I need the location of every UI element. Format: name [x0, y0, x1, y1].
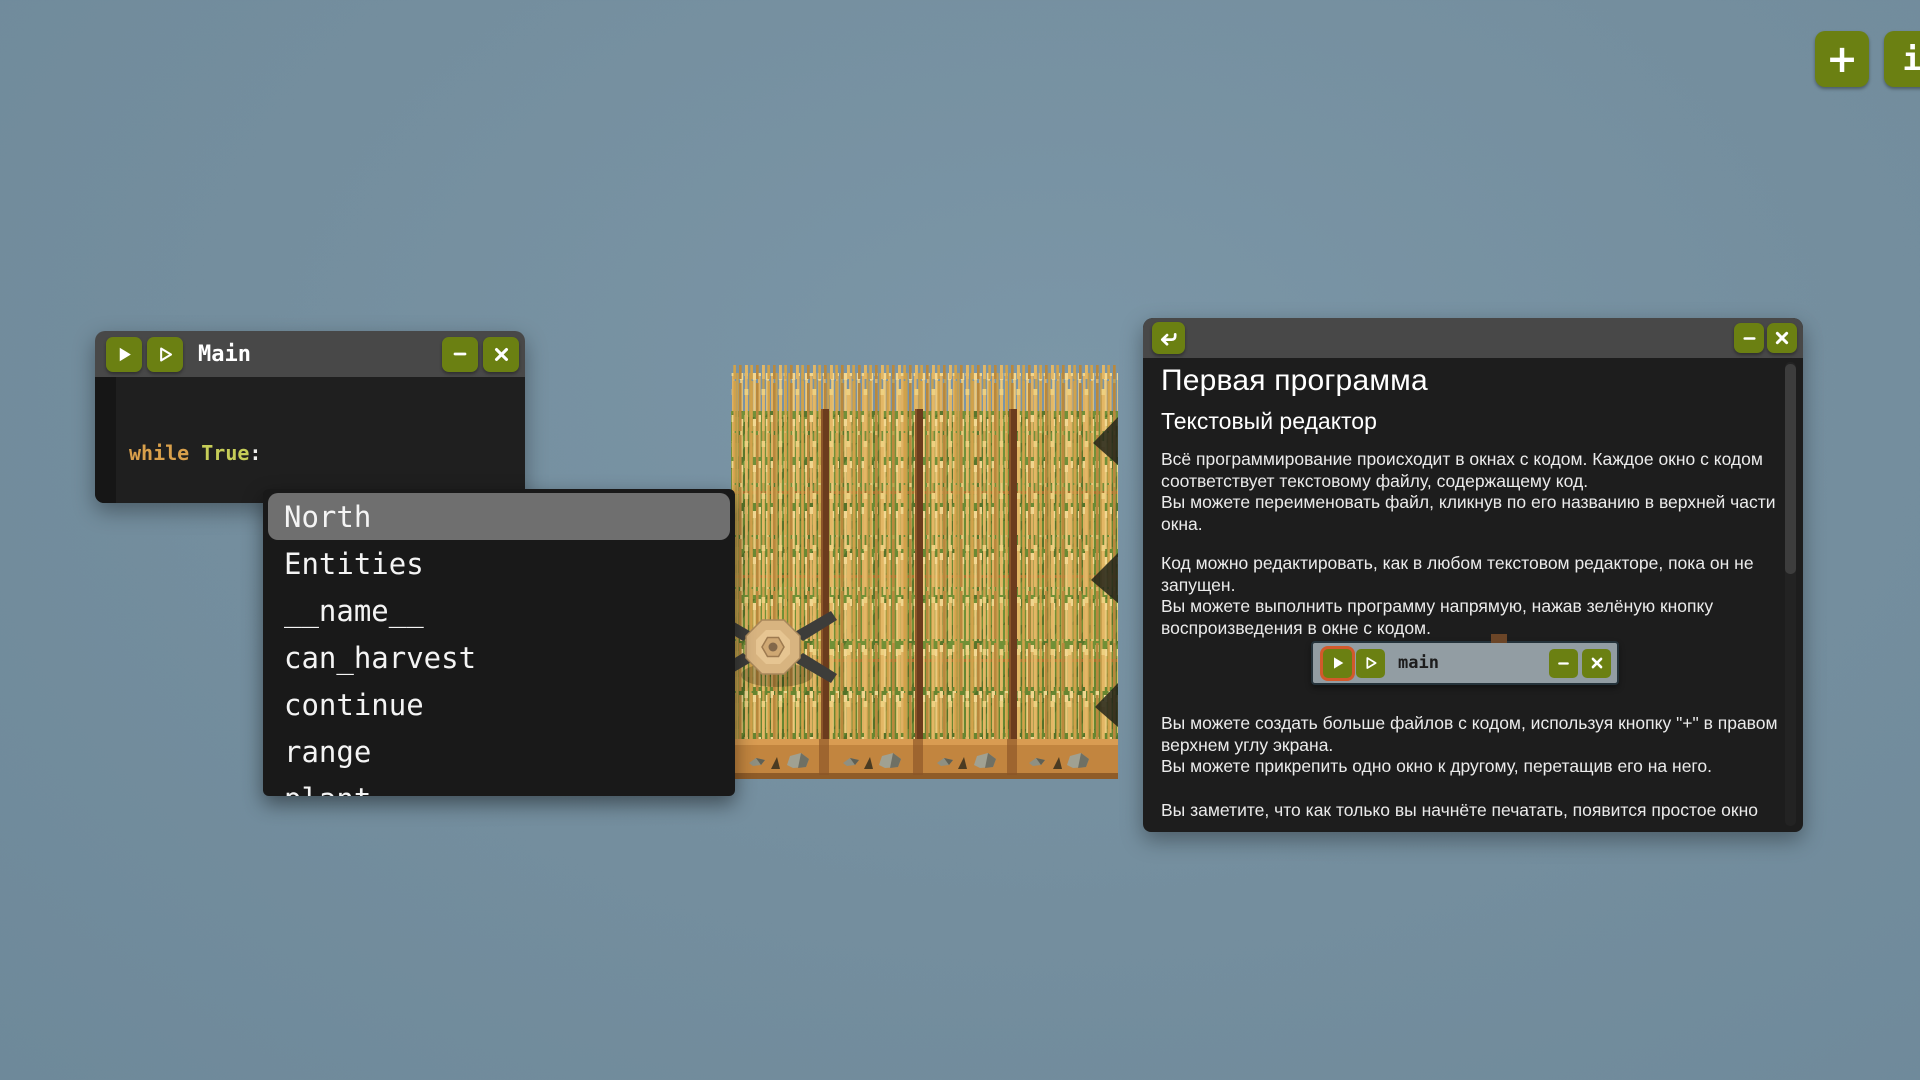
run-new-drone-button[interactable]	[147, 337, 183, 372]
code-editor[interactable]: while True: if can_harvest(): harvest() …	[95, 377, 525, 503]
tutorial-paragraph-editing: Код можно редактировать, как в любом тек…	[1161, 553, 1786, 639]
play-filled-icon	[1330, 655, 1346, 671]
code-window: Main while True: if can_harvest(): harve…	[95, 331, 525, 503]
code-window-title[interactable]: Main	[198, 342, 251, 367]
tutorial-window-titlebar[interactable]	[1143, 318, 1803, 358]
run-button[interactable]	[106, 337, 142, 372]
tutorial-minimize-button[interactable]	[1734, 323, 1764, 353]
play-outline-icon	[156, 345, 175, 364]
minus-icon	[1556, 656, 1571, 671]
return-arrow-icon	[1158, 328, 1179, 349]
autocomplete-item-entities[interactable]: Entities	[263, 540, 735, 587]
farm-field-render	[731, 365, 1118, 779]
illustration-close-button	[1582, 649, 1611, 678]
close-icon	[1590, 656, 1604, 670]
autocomplete-item-plant[interactable]: plant	[263, 775, 735, 796]
tutorial-window: Первая программа Текстовый редактор Всё …	[1143, 318, 1803, 832]
illustration-minimize-button	[1549, 649, 1578, 678]
illustration-code-window: main	[1311, 641, 1619, 685]
tutorial-content: Первая программа Текстовый редактор Всё …	[1143, 358, 1803, 832]
new-code-window-button[interactable]: +	[1815, 31, 1869, 87]
wheat-field-image	[731, 365, 1118, 779]
close-icon	[493, 346, 510, 363]
code-text: while True: if can_harvest(): harvest() …	[129, 388, 382, 503]
tutorial-subtitle: Текстовый редактор	[1161, 408, 1377, 435]
code-gutter	[95, 377, 116, 503]
tutorial-scrollbar-thumb[interactable]	[1785, 364, 1796, 574]
minus-icon	[451, 345, 469, 363]
autocomplete-item-can-harvest[interactable]: can_harvest	[263, 634, 735, 681]
illustration-run-button	[1323, 649, 1352, 678]
back-button[interactable]	[1152, 322, 1185, 354]
autocomplete-item-range[interactable]: range	[263, 728, 735, 775]
autocomplete-item-continue[interactable]: continue	[263, 681, 735, 728]
autocomplete-item-name[interactable]: __name__	[263, 587, 735, 634]
illustration-notch	[1491, 634, 1507, 643]
illustration-run-new-drone-button	[1356, 649, 1385, 678]
play-outline-icon	[1363, 655, 1379, 671]
close-button[interactable]	[483, 337, 519, 372]
minus-icon	[1741, 330, 1758, 347]
play-filled-icon	[115, 345, 134, 364]
info-button[interactable]: i	[1884, 31, 1920, 87]
minimize-button[interactable]	[442, 337, 478, 372]
code-line: while True:	[129, 440, 382, 466]
tutorial-close-button[interactable]	[1767, 323, 1797, 353]
autocomplete-item-north[interactable]: North	[268, 493, 730, 540]
tutorial-paragraph-windows: Всё программирование происходит в окнах …	[1161, 449, 1786, 535]
tutorial-paragraph-typing: Вы заметите, что как только вы начнёте п…	[1161, 800, 1786, 822]
tutorial-title: Первая программа	[1161, 364, 1428, 398]
tutorial-paragraph-files: Вы можете создать больше файлов с кодом,…	[1161, 713, 1786, 778]
illustration-window-title: main	[1398, 653, 1439, 673]
close-icon	[1774, 330, 1790, 346]
autocomplete-popup: North Entities __name__ can_harvest cont…	[263, 489, 735, 796]
code-window-titlebar[interactable]: Main	[95, 331, 525, 377]
tutorial-scrollbar[interactable]	[1785, 362, 1796, 826]
